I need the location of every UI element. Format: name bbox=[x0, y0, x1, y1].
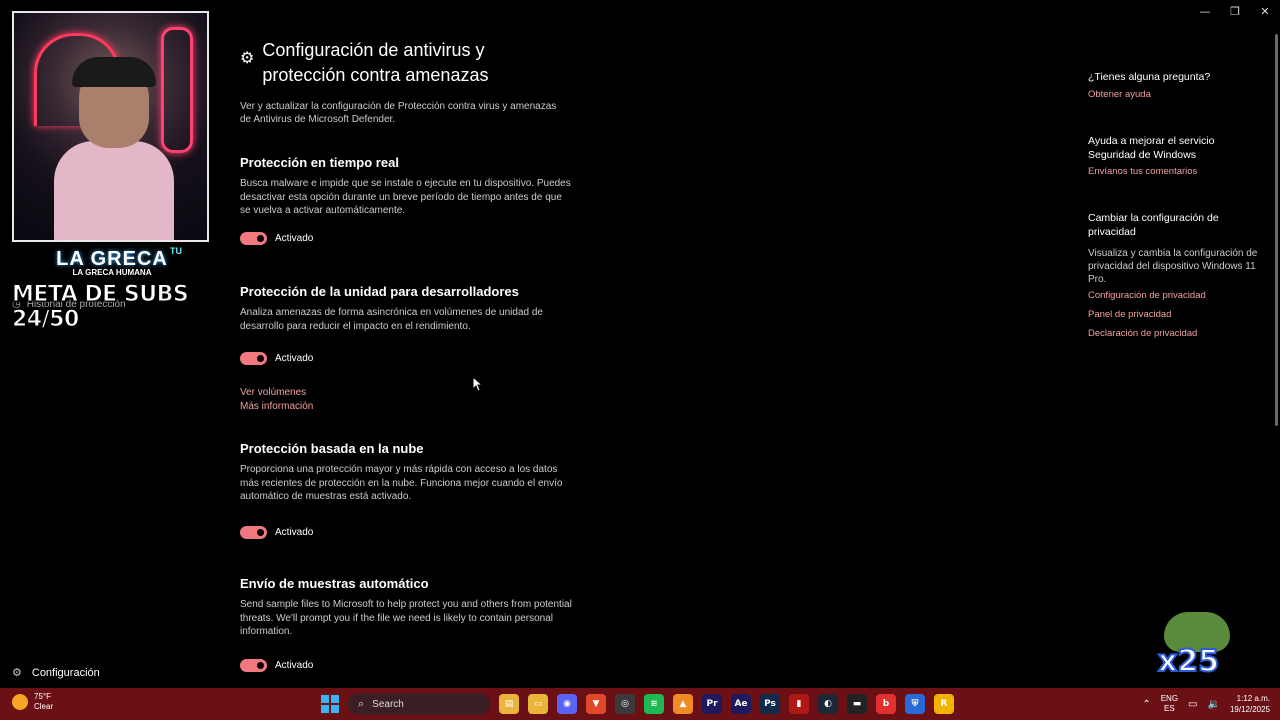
file-explorer-icon[interactable]: ▤ bbox=[499, 694, 519, 714]
window-controls: — ❐ ✕ bbox=[1190, 0, 1280, 22]
more-info-link[interactable]: Más información bbox=[240, 400, 575, 414]
toggle-label: Activado bbox=[275, 232, 314, 244]
toggle-row: Activado bbox=[240, 525, 575, 539]
brand-tagline: LA GRECA HUMANA bbox=[72, 268, 152, 277]
language-indicator[interactable]: ENG ES bbox=[1161, 694, 1178, 714]
red-app-icon[interactable]: ▮ bbox=[789, 694, 809, 714]
search-icon: ⌕ bbox=[358, 697, 365, 710]
toggle-label: Activado bbox=[275, 526, 314, 538]
system-tray: ⌃ ENG ES ▭ 🔉 1:12 a.m. 19/12/2025 bbox=[1142, 688, 1270, 720]
toggle-row: Activado bbox=[240, 658, 575, 672]
clock-time: 1:12 a.m. bbox=[1236, 694, 1270, 703]
toggle-label: Activado bbox=[275, 659, 314, 671]
nav-item-settings[interactable]: ⚙ Configuración bbox=[12, 666, 100, 679]
terminal-icon[interactable]: ▬ bbox=[847, 694, 867, 714]
sample-submission-toggle[interactable] bbox=[240, 658, 267, 672]
page-description: Ver y actualizar la configuración de Pro… bbox=[240, 101, 557, 125]
toggle-row: Activado bbox=[240, 352, 575, 365]
cloud-protection-toggle[interactable] bbox=[240, 525, 267, 539]
spotify-icon[interactable]: ≋ bbox=[644, 694, 664, 714]
chevron-up-icon[interactable]: ⌃ bbox=[1142, 699, 1150, 710]
start-button[interactable] bbox=[321, 695, 339, 713]
section-dev-drive-protection: Protección de la unidad para desarrollad… bbox=[240, 284, 575, 414]
clock-date: 19/12/2025 bbox=[1229, 705, 1270, 714]
close-button[interactable]: ✕ bbox=[1250, 0, 1280, 22]
weather-condition: Clear bbox=[34, 702, 54, 711]
search-placeholder: Search bbox=[372, 698, 404, 710]
discord-icon[interactable]: ◉ bbox=[557, 694, 577, 714]
toggle-label: Activado bbox=[275, 353, 314, 364]
rockstar-icon[interactable]: R bbox=[934, 694, 954, 714]
stream-brand: LA GRECA LA GRECA HUMANA TU bbox=[12, 246, 212, 277]
after-effects-icon[interactable]: Ae bbox=[731, 694, 751, 714]
privacy-statement-link[interactable]: Declaración de privacidad bbox=[1088, 324, 1258, 343]
section-title: Protección en tiempo real bbox=[240, 155, 399, 170]
taskbar: 75°F Clear ⌕ Search ▤ ▭ ◉ ▼ ◎ ≋ ▲ Pr Ae Ps ▮ ◐ ▬ b ⛨ R … bbox=[0, 688, 1280, 720]
weather-widget[interactable]: 75°F Clear bbox=[12, 692, 53, 712]
obs-icon[interactable]: ◎ bbox=[615, 694, 635, 714]
multiplier-badge: x25 bbox=[1157, 643, 1220, 680]
webcam-overlay bbox=[12, 11, 209, 242]
privacy-title: Cambiar la configuración de privacidad bbox=[1088, 212, 1219, 238]
section-realtime-protection: Protección en tiempo real Busca malware … bbox=[240, 155, 575, 245]
section-title: Protección basada en la nube bbox=[240, 441, 424, 456]
restore-button[interactable]: ❐ bbox=[1220, 0, 1250, 22]
brand-badge: TU bbox=[170, 246, 182, 256]
section-description: Send sample files to Microsoft to help p… bbox=[240, 599, 572, 637]
settings-gears-icon: ⚙ bbox=[240, 48, 255, 67]
section-description: Analiza amenazas de forma asincrónica en… bbox=[240, 307, 543, 332]
page-title-line1: Configuración de antivirus y bbox=[262, 40, 485, 60]
toggle-row: Activado bbox=[240, 231, 575, 245]
privacy-text: Visualiza y cambia la configuración de p… bbox=[1088, 248, 1258, 285]
section-cloud-protection: Protección basada en la nube Proporciona… bbox=[240, 441, 575, 539]
section-sample-submission: Envío de muestras automático Send sample… bbox=[240, 576, 575, 672]
privacy-settings-link[interactable]: Configuración de privacidad bbox=[1088, 286, 1258, 305]
language-bottom: ES bbox=[1164, 704, 1175, 713]
weather-temp: 75°F bbox=[34, 692, 51, 701]
clock[interactable]: 1:12 a.m. 19/12/2025 bbox=[1230, 693, 1270, 715]
feedback-panel: Ayuda a mejorar el servicio Seguridad de… bbox=[1088, 135, 1258, 181]
weather-moon-icon bbox=[12, 694, 28, 710]
section-title: Protección de la unidad para desarrollad… bbox=[240, 284, 519, 299]
aimp-icon[interactable]: ▲ bbox=[673, 694, 693, 714]
page-title-line2: protección contra amenazas bbox=[262, 65, 489, 85]
send-feedback-link[interactable]: Envíanos tus comentarios bbox=[1088, 162, 1258, 181]
minimize-button[interactable]: — bbox=[1190, 0, 1220, 22]
settings-label: Configuración bbox=[31, 666, 100, 679]
improve-title: Ayuda a mejorar el servicio Seguridad de… bbox=[1088, 135, 1215, 161]
get-help-link[interactable]: Obtener ayuda bbox=[1088, 85, 1258, 104]
section-description: Busca malware e impide que se instale o … bbox=[240, 178, 571, 216]
gear-icon: ⚙ bbox=[12, 666, 22, 679]
language-top: ENG bbox=[1160, 694, 1179, 703]
network-icon[interactable]: ▭ bbox=[1188, 699, 1197, 710]
steam-icon[interactable]: ◐ bbox=[818, 694, 838, 714]
page-title: Configuración de antivirus y protección … bbox=[262, 38, 488, 88]
view-volumes-link[interactable]: Ver volúmenes bbox=[240, 386, 575, 400]
photoshop-icon[interactable]: Ps bbox=[760, 694, 780, 714]
windows-security-icon[interactable]: ⛨ bbox=[905, 694, 925, 714]
page-header: ⚙ Configuración de antivirus y protecció… bbox=[240, 38, 580, 126]
hoodie bbox=[54, 141, 174, 240]
left-navigation: LA GRECA LA GRECA HUMANA TU ◷ Historial … bbox=[0, 0, 215, 688]
streamer-figure bbox=[54, 53, 174, 240]
help-panel: ¿Tienes alguna pregunta? Obtener ayuda bbox=[1088, 71, 1258, 104]
subs-goal-text: META DE SUBS 24/50 bbox=[12, 282, 190, 333]
scrollbar[interactable] bbox=[1275, 34, 1278, 426]
brave-icon[interactable]: ▼ bbox=[586, 694, 606, 714]
game-launcher-icon[interactable]: b bbox=[876, 694, 896, 714]
section-title: Envío de muestras automático bbox=[240, 576, 429, 591]
privacy-panel: Cambiar la configuración de privacidad V… bbox=[1088, 212, 1258, 343]
privacy-dashboard-link[interactable]: Panel de privacidad bbox=[1088, 305, 1258, 324]
premiere-icon[interactable]: Pr bbox=[702, 694, 722, 714]
realtime-protection-toggle[interactable] bbox=[240, 231, 267, 245]
question-title: ¿Tienes alguna pregunta? bbox=[1088, 71, 1211, 83]
cap bbox=[72, 57, 156, 87]
section-description: Proporciona una protección mayor y más r… bbox=[240, 464, 563, 502]
folder-icon[interactable]: ▭ bbox=[528, 694, 548, 714]
taskbar-apps: ⌕ Search ▤ ▭ ◉ ▼ ◎ ≋ ▲ Pr Ae Ps ▮ ◐ ▬ b ⛨ R bbox=[321, 688, 954, 720]
dev-drive-protection-toggle[interactable] bbox=[240, 352, 267, 365]
taskbar-search[interactable]: ⌕ Search bbox=[348, 693, 490, 715]
speaker-icon[interactable]: 🔉 bbox=[1208, 699, 1220, 710]
pepe-sticker: x25 bbox=[1157, 610, 1234, 684]
